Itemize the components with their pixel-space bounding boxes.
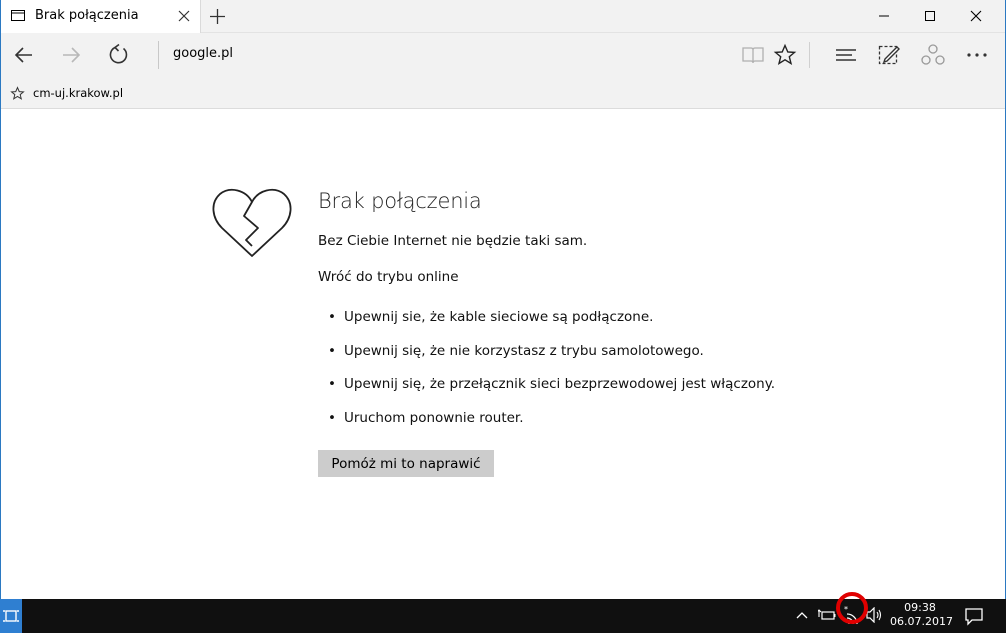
close-icon bbox=[970, 10, 982, 22]
favorite-item[interactable]: cm-uj.krakow.pl bbox=[33, 86, 123, 100]
battery-icon[interactable] bbox=[818, 608, 836, 622]
web-note-icon[interactable] bbox=[877, 43, 901, 67]
task-view-icon bbox=[3, 610, 19, 622]
back-icon[interactable] bbox=[12, 43, 36, 67]
speaker-icon[interactable] bbox=[866, 607, 884, 623]
share-icon[interactable] bbox=[921, 43, 945, 67]
notification-icon[interactable] bbox=[964, 606, 984, 626]
forward-icon[interactable] bbox=[59, 43, 83, 67]
more-icon[interactable] bbox=[965, 43, 989, 67]
browser-window: Brak połączenia google.pl cm-uj.krakow.p… bbox=[0, 0, 1006, 599]
plus-icon[interactable] bbox=[209, 8, 226, 25]
address-divider bbox=[158, 41, 159, 69]
reading-view-icon bbox=[742, 47, 764, 64]
tab-title: Brak połączenia bbox=[35, 8, 139, 23]
favorite-star-icon bbox=[10, 86, 25, 100]
refresh-icon[interactable] bbox=[107, 43, 131, 67]
address-bar[interactable]: google.pl bbox=[173, 46, 233, 61]
list-item: Uruchom ponownie router. bbox=[328, 410, 775, 444]
page-subtitle: Bez Ciebie Internet nie będzie taki sam. bbox=[318, 233, 588, 249]
page-title: Brak połączenia bbox=[318, 189, 482, 213]
chevron-up-icon[interactable] bbox=[796, 610, 808, 622]
close-window-button[interactable] bbox=[953, 0, 999, 32]
section-heading: Wróć do trybu online bbox=[318, 269, 459, 285]
close-icon[interactable] bbox=[177, 9, 191, 23]
maximize-button[interactable] bbox=[907, 0, 953, 32]
favorite-star-icon[interactable] bbox=[773, 43, 797, 67]
tab-active[interactable]: Brak połączenia bbox=[1, 0, 201, 33]
maximize-icon bbox=[925, 11, 935, 21]
minimize-icon bbox=[879, 15, 889, 17]
clock-time: 09:38 bbox=[904, 601, 936, 614]
tab-page-icon bbox=[11, 10, 25, 21]
list-item: Upewnij się, że nie korzystasz z trybu s… bbox=[328, 343, 775, 377]
fix-connection-button[interactable]: Pomóż mi to naprawić bbox=[318, 450, 494, 477]
broken-heart-icon bbox=[212, 188, 292, 257]
task-view-button[interactable] bbox=[0, 599, 22, 633]
list-item: Upewnij sie, że kable sieciowe są podłąc… bbox=[328, 309, 775, 343]
tips-list: Upewnij sie, że kable sieciowe są podłąc… bbox=[328, 309, 775, 443]
hub-icon[interactable] bbox=[834, 43, 858, 67]
error-page: Brak połączenia Bez Ciebie Internet nie … bbox=[1, 109, 1005, 589]
minimize-button[interactable] bbox=[861, 0, 907, 32]
highlight-circle bbox=[836, 592, 868, 624]
toolbar-divider bbox=[809, 42, 810, 68]
navigation-bar: google.pl bbox=[1, 33, 1005, 77]
clock-date: 06.07.2017 bbox=[890, 615, 953, 628]
tab-strip: Brak połączenia bbox=[1, 0, 1005, 33]
favorites-bar: cm-uj.krakow.pl bbox=[1, 77, 1005, 109]
clock[interactable]: 09:38 06.07.2017 bbox=[890, 599, 953, 635]
list-item: Upewnij się, że przełącznik sieci bezprz… bbox=[328, 376, 775, 410]
